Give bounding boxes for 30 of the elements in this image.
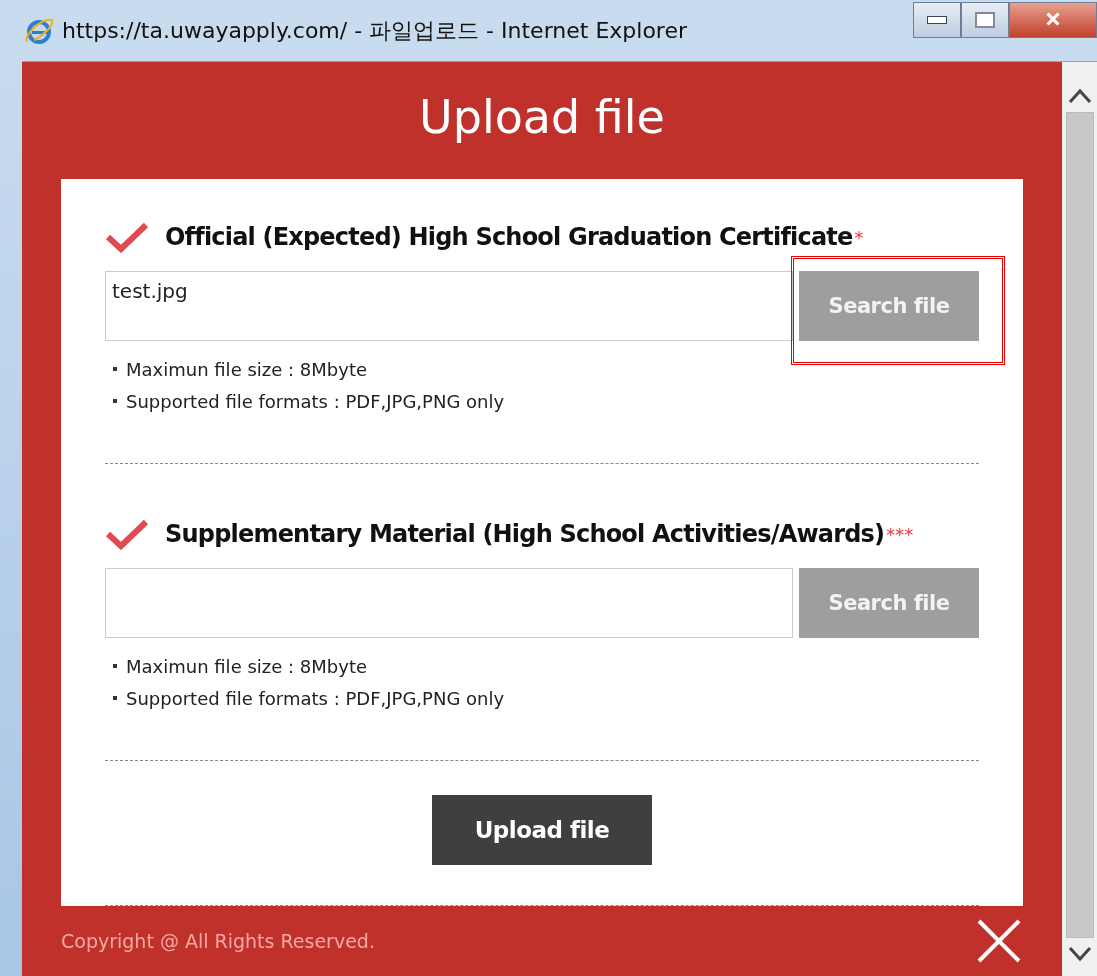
file-note: Maximun file size : 8Mbyte xyxy=(126,358,368,380)
required-mark: *** xyxy=(886,523,914,545)
bullet-icon xyxy=(113,367,117,371)
bullet-icon xyxy=(113,399,117,403)
maximize-icon xyxy=(975,12,995,28)
file-path-field[interactable]: test.jpg xyxy=(105,271,793,341)
close-button[interactable] xyxy=(1009,2,1097,38)
checkmark-icon xyxy=(105,518,149,550)
upload-file-button[interactable]: Upload file xyxy=(432,795,652,865)
window-title: https://ta.uwayapply.com/ - 파일업로드 - Internet Explorer xyxy=(62,16,687,45)
scroll-thumb[interactable] xyxy=(1065,112,1094,938)
bullet-icon xyxy=(113,664,117,668)
checkmark-icon xyxy=(105,221,149,253)
section-title: Official (Expected) High School Graduation Certificate xyxy=(165,223,853,251)
bullet-icon xyxy=(113,696,117,700)
scroll-down-icon[interactable] xyxy=(1067,946,1092,962)
scroll-bar[interactable] xyxy=(1062,62,1097,976)
minimize-button[interactable] xyxy=(913,2,961,38)
section-title: Supplementary Material (High School Activities/Awards) xyxy=(165,520,885,548)
close-icon[interactable] xyxy=(977,919,1021,963)
maximize-button[interactable] xyxy=(961,2,1009,38)
file-note: Supported file formats : PDF,JPG,PNG only xyxy=(126,687,505,709)
file-note: Supported file formats : PDF,JPG,PNG only xyxy=(126,390,505,412)
file-note: Maximun file size : 8Mbyte xyxy=(126,655,368,677)
popup-heading: Upload file xyxy=(419,90,665,146)
copyright-text: Copyright @ All Rights Reserved. xyxy=(61,930,375,952)
required-mark: * xyxy=(854,226,864,248)
file-path-field[interactable] xyxy=(105,568,793,638)
scroll-up-icon[interactable] xyxy=(1067,88,1092,104)
minimize-icon xyxy=(927,16,947,24)
